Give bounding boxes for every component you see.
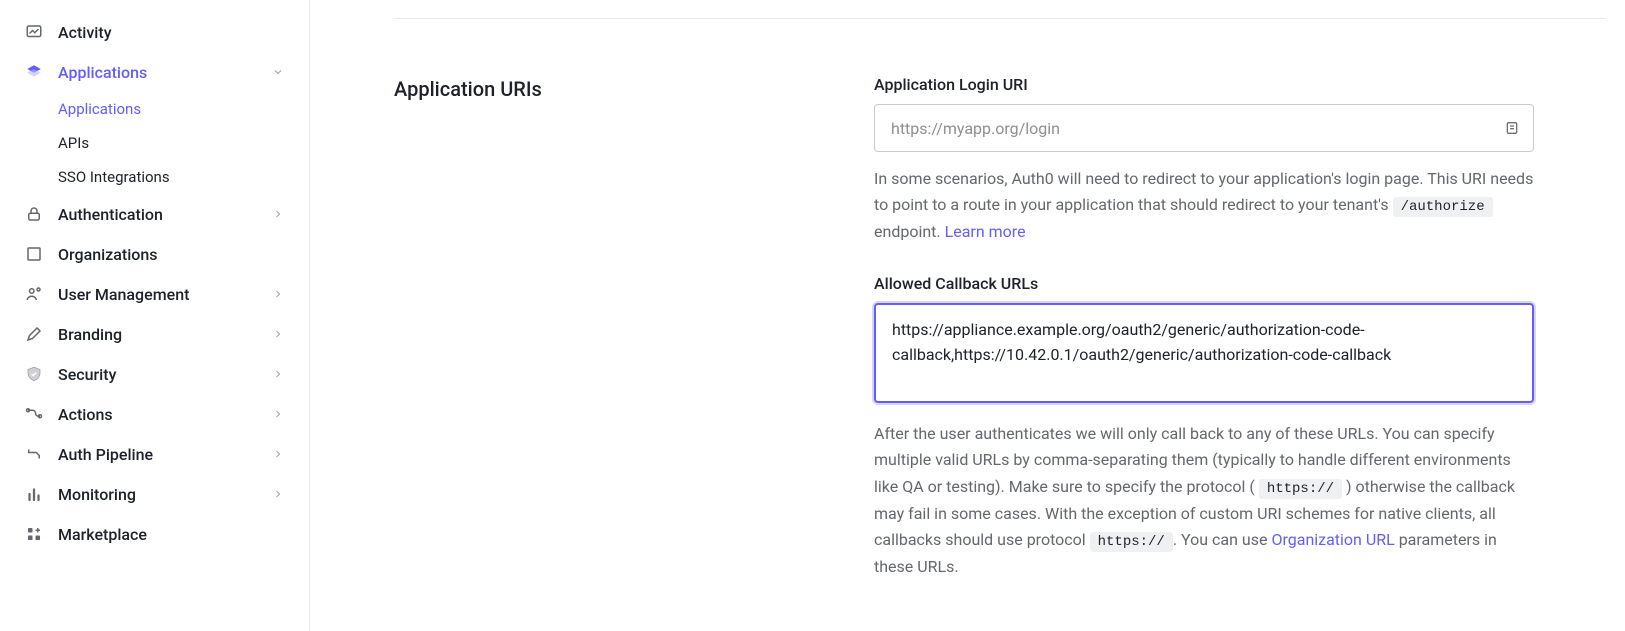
- sidebar-item-label: Branding: [58, 325, 271, 344]
- sidebar-item-label: Applications: [58, 63, 271, 82]
- content-spacer: [310, 0, 358, 631]
- sidebar-item-branding[interactable]: Branding: [0, 314, 309, 354]
- login-uri-help: In some scenarios, Auth0 will need to re…: [874, 166, 1534, 246]
- sidebar-item-actions[interactable]: Actions: [0, 394, 309, 434]
- section-application-uris: Application URIs Application Login URI I…: [394, 75, 1605, 609]
- sidebar-sub-applications[interactable]: Applications: [0, 92, 309, 126]
- field-callback-urls: Allowed Callback URLs After the user aut…: [874, 274, 1534, 581]
- sidebar-item-label: Activity: [58, 23, 285, 42]
- chevron-right-icon: [271, 487, 285, 501]
- lock-icon: [24, 204, 44, 224]
- callback-urls-help: After the user authenticates we will onl…: [874, 421, 1534, 581]
- bars-icon: [24, 484, 44, 504]
- flow-icon: [24, 404, 44, 424]
- sidebar-item-label: Authentication: [58, 205, 271, 224]
- input-wrap: [874, 104, 1534, 152]
- chevron-right-icon: [271, 287, 285, 301]
- sidebar-item-label: Auth Pipeline: [58, 445, 271, 464]
- sidebar-item-auth-pipeline[interactable]: Auth Pipeline: [0, 434, 309, 474]
- sidebar-item-authentication[interactable]: Authentication: [0, 194, 309, 234]
- login-uri-label: Application Login URI: [874, 75, 1534, 94]
- organization-url-link[interactable]: Organization URL: [1271, 530, 1394, 549]
- callback-urls-label: Allowed Callback URLs: [874, 274, 1534, 293]
- field-login-uri: Application Login URI In some scenarios,…: [874, 75, 1534, 246]
- note-icon[interactable]: [1502, 118, 1522, 138]
- section-fields: Application Login URI In some scenarios,…: [874, 75, 1534, 609]
- login-uri-input[interactable]: [874, 104, 1534, 152]
- callback-urls-textarea[interactable]: [874, 303, 1534, 403]
- divider: [394, 18, 1605, 19]
- sidebar-item-label: Marketplace: [58, 525, 285, 544]
- main-content: Application URIs Application Login URI I…: [358, 0, 1625, 631]
- user-gear-icon: [24, 284, 44, 304]
- sidebar-item-user-management[interactable]: User Management: [0, 274, 309, 314]
- sidebar-sub-sso[interactable]: SSO Integrations: [0, 160, 309, 194]
- pipeline-icon: [24, 444, 44, 464]
- grid-plus-icon: [24, 524, 44, 544]
- sidebar-item-activity[interactable]: Activity: [0, 12, 309, 52]
- brush-icon: [24, 324, 44, 344]
- shield-icon: [24, 364, 44, 384]
- chevron-down-icon: [271, 65, 285, 79]
- sidebar-item-marketplace[interactable]: Marketplace: [0, 514, 309, 554]
- sidebar-item-monitoring[interactable]: Monitoring: [0, 474, 309, 514]
- activity-icon: [24, 22, 44, 42]
- chevron-right-icon: [271, 407, 285, 421]
- sidebar-item-organizations[interactable]: Organizations: [0, 234, 309, 274]
- chevron-right-icon: [271, 447, 285, 461]
- chevron-right-icon: [271, 367, 285, 381]
- code-https1: https://: [1259, 479, 1342, 499]
- applications-icon: [24, 62, 44, 82]
- sidebar-item-label: Actions: [58, 405, 271, 424]
- code-https2: https://: [1090, 532, 1173, 552]
- chevron-right-icon: [271, 327, 285, 341]
- code-authorize: /authorize: [1393, 197, 1493, 217]
- chevron-right-icon: [271, 207, 285, 221]
- sidebar-item-security[interactable]: Security: [0, 354, 309, 394]
- sidebar-item-applications[interactable]: Applications: [0, 52, 309, 92]
- building-icon: [24, 244, 44, 264]
- learn-more-link[interactable]: Learn more: [945, 222, 1026, 241]
- sidebar: Activity Applications Applications APIs …: [0, 0, 310, 631]
- sidebar-sub-apis[interactable]: APIs: [0, 126, 309, 160]
- sidebar-item-label: Security: [58, 365, 271, 384]
- sidebar-item-label: Monitoring: [58, 485, 271, 504]
- sidebar-item-label: User Management: [58, 285, 271, 304]
- sidebar-item-label: Organizations: [58, 245, 285, 264]
- section-title: Application URIs: [394, 75, 814, 609]
